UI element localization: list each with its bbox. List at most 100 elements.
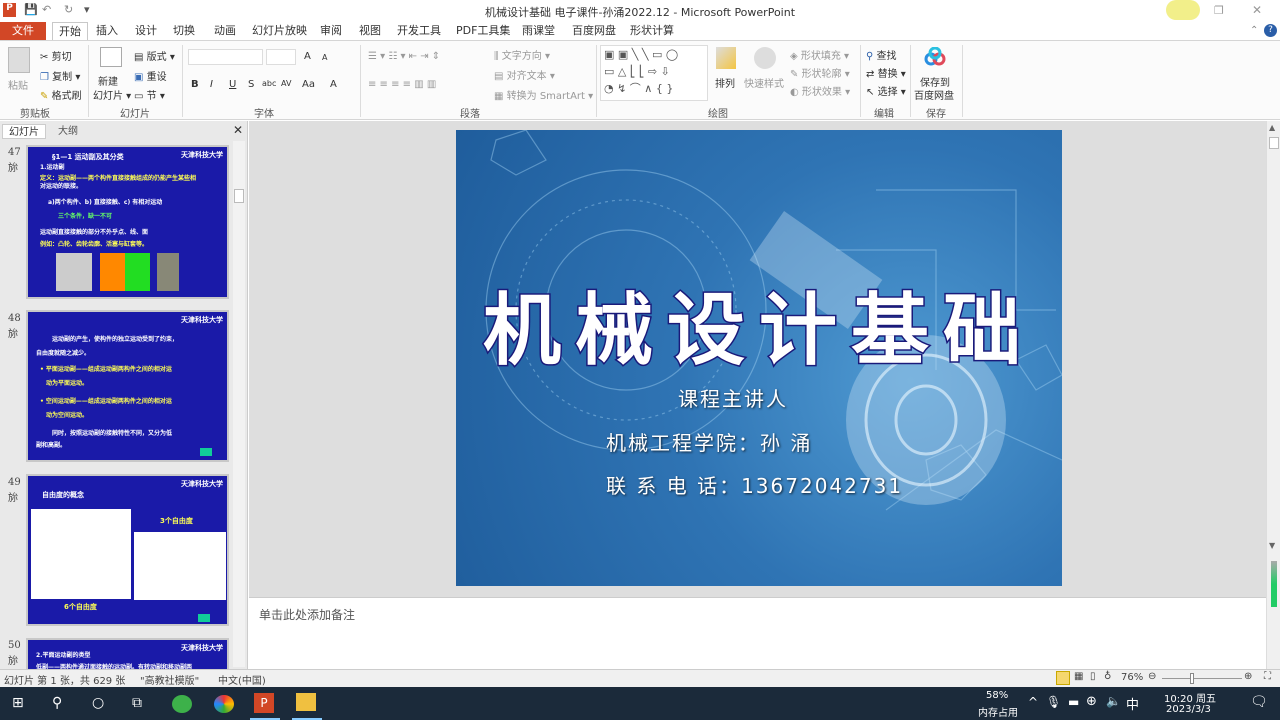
contact-phone[interactable]: 联 系 电 话：13672042731	[606, 470, 903, 499]
notes-placeholder[interactable]: 单击此处添加备注	[259, 606, 355, 623]
slide-thumbnail-47[interactable]: 天津科技大学 §1—1 运动副及其分类 1.运动副 定义：运动副——两个构件直接…	[26, 145, 229, 299]
shadow-button[interactable]: abc	[262, 79, 276, 88]
align-text-button[interactable]: ▤ 对齐文本 ▾	[494, 67, 555, 82]
reset-button[interactable]: 重设	[147, 72, 167, 83]
current-slide[interactable]: 机械设计基础 课程主讲人 机械工程学院：孙 涌 联 系 电 话：13672042…	[456, 130, 1062, 586]
microphone-icon[interactable]: 🎙	[1046, 695, 1061, 709]
notes-pane[interactable]: 单击此处添加备注	[249, 597, 1266, 669]
browser-360-icon[interactable]	[172, 695, 192, 713]
slide-thumbnail-48[interactable]: 天津科技大学 运动副的产生，使构件的独立运动受到了约束， 自由度就随之减少。 •…	[26, 310, 229, 462]
network-icon[interactable]: ⊕	[1086, 694, 1097, 709]
format-painter-button[interactable]: 格式刷	[52, 91, 82, 102]
powerpoint-taskbar-icon[interactable]: P	[254, 693, 274, 713]
zoom-in-button[interactable]: ⊕	[1244, 671, 1252, 682]
zoom-out-button[interactable]: ⊖	[1148, 671, 1156, 682]
battery-icon[interactable]: ▬	[1068, 695, 1079, 709]
close-button[interactable]: ✕	[1252, 3, 1262, 17]
help-icon[interactable]: ?	[1264, 24, 1277, 37]
tab-pdf-tools[interactable]: PDF工具集	[450, 22, 516, 40]
tab-view[interactable]: 视图	[353, 22, 387, 40]
collapse-ribbon-icon[interactable]: ⌃	[1250, 25, 1258, 36]
quick-styles-button[interactable]: 快速样式	[744, 75, 784, 90]
slideshow-button[interactable]: ♁	[1104, 671, 1111, 682]
font-name-dropdown[interactable]	[188, 49, 263, 65]
vertical-scrollbar[interactable]: ▲ ▼	[1266, 121, 1280, 669]
paste-icon[interactable]	[8, 47, 30, 73]
pane-scrollbar[interactable]	[233, 141, 245, 667]
bold-button[interactable]: B	[191, 79, 199, 90]
new-slide-dropdown[interactable]: 幻灯片 ▾	[93, 87, 131, 102]
tab-home[interactable]: 开始	[52, 22, 88, 40]
fit-to-window-button[interactable]: ⛶	[1264, 671, 1271, 682]
shapes-gallery[interactable]: ▣ ▣ ╲ ╲ ▭ ◯ ▭ △ ⎣ ⎣ ⇨ ⇩ ◔ ↯ ⌒ ∧ { }	[600, 45, 708, 101]
minimize-button[interactable]	[1166, 0, 1200, 20]
tab-insert[interactable]: 插入	[90, 22, 124, 40]
notification-center-icon[interactable]: 🗨	[1250, 694, 1268, 710]
new-slide-button[interactable]: 新建	[98, 73, 118, 88]
tab-slideshow[interactable]: 幻灯片放映	[246, 22, 313, 40]
file-explorer-icon[interactable]	[296, 693, 316, 711]
char-spacing-button[interactable]: AV	[281, 79, 291, 88]
align-buttons[interactable]: ≡ ≡ ≡ ≡ ▥ ▥	[368, 79, 436, 90]
volume-icon[interactable]: 🔈	[1106, 694, 1121, 708]
tab-transitions[interactable]: 切换	[167, 22, 201, 40]
tab-slides[interactable]: 幻灯片	[2, 124, 46, 139]
language-indicator[interactable]: 中文(中国)	[218, 672, 266, 687]
grow-font-button[interactable]: A	[304, 51, 311, 62]
college-lecturer[interactable]: 机械工程学院：孙 涌	[606, 427, 812, 456]
list-buttons[interactable]: ☰ ▾ ☷ ▾ ⇤ ⇥ ⇕	[368, 51, 440, 62]
tab-shape-calc[interactable]: 形状计算	[624, 22, 680, 40]
shrink-font-button[interactable]: A	[322, 53, 327, 62]
text-direction-button[interactable]: ⫼ 文字方向 ▾	[494, 47, 550, 62]
task-view-icon[interactable]: ⧉	[132, 695, 142, 711]
find-button[interactable]: ⚲ 查找	[866, 47, 897, 62]
clock-date[interactable]: 2023/3/3	[1166, 704, 1211, 715]
layout-button[interactable]: 版式	[147, 52, 167, 63]
windows-start-icon[interactable]: ⊞	[12, 695, 24, 711]
section-button[interactable]: 节	[147, 91, 157, 102]
zoom-level[interactable]: 76%	[1121, 672, 1143, 683]
italic-button[interactable]: I	[210, 79, 213, 90]
normal-view-button[interactable]	[1056, 671, 1070, 685]
clock-time[interactable]: 10:20 周五	[1164, 690, 1216, 705]
slide-title[interactable]: 机械设计基础	[456, 268, 1062, 380]
reading-view-button[interactable]: ▯	[1090, 671, 1096, 682]
tab-review[interactable]: 审阅	[314, 22, 348, 40]
cortana-icon[interactable]: ○	[92, 695, 104, 711]
tab-file[interactable]: 文件	[0, 22, 46, 40]
ime-indicator[interactable]: 中	[1126, 694, 1139, 713]
smartart-button[interactable]: ▦ 转换为 SmartArt ▾	[494, 87, 593, 102]
scroll-thumb[interactable]	[1269, 137, 1279, 149]
change-case-button[interactable]: Aa	[302, 79, 315, 90]
font-size-dropdown[interactable]	[266, 49, 296, 65]
copy-button[interactable]: 复制	[52, 72, 72, 83]
slide-sorter-button[interactable]: ▦	[1074, 671, 1083, 682]
cut-button[interactable]: 剪切	[52, 52, 72, 63]
replace-button[interactable]: ⇄ 替换 ▾	[866, 65, 906, 80]
zoom-slider-thumb[interactable]	[1190, 673, 1194, 684]
arrange-button[interactable]: 排列	[715, 75, 735, 90]
select-button[interactable]: ↖ 选择 ▾	[866, 83, 906, 98]
strikethrough-button[interactable]: S	[248, 79, 254, 90]
zoom-slider[interactable]	[1162, 678, 1242, 679]
chrome-icon[interactable]	[214, 695, 234, 713]
tab-rain-classroom[interactable]: 雨课堂	[516, 22, 561, 40]
tab-baidu-netdisk[interactable]: 百度网盘	[566, 22, 622, 40]
prev-next-slide-buttons[interactable]	[1271, 561, 1277, 607]
tab-animations[interactable]: 动画	[208, 22, 242, 40]
search-icon[interactable]: ⚲	[52, 695, 62, 711]
tab-outline[interactable]: 大纲	[52, 124, 84, 139]
tab-developer[interactable]: 开发工具	[391, 22, 447, 40]
tab-design[interactable]: 设计	[129, 22, 163, 40]
paste-button[interactable]: 粘贴	[8, 77, 28, 92]
lecturer-label[interactable]: 课程主讲人	[678, 383, 788, 412]
underline-button[interactable]: U	[229, 79, 236, 90]
show-hidden-icons[interactable]: ^	[1028, 695, 1038, 709]
shape-effects-button[interactable]: ◐ 形状效果 ▾	[790, 83, 850, 98]
slide-thumbnail-49[interactable]: 天津科技大学 自由度的概念 3个自由度 6个自由度	[26, 474, 229, 626]
shape-outline-button[interactable]: ✎ 形状轮廓 ▾	[790, 65, 850, 80]
font-color-button[interactable]: A	[330, 79, 337, 90]
maximize-button[interactable]: ❐	[1214, 4, 1224, 17]
shape-fill-button[interactable]: ◈ 形状填充 ▾	[790, 47, 849, 62]
close-pane-button[interactable]: ✕	[233, 123, 243, 137]
